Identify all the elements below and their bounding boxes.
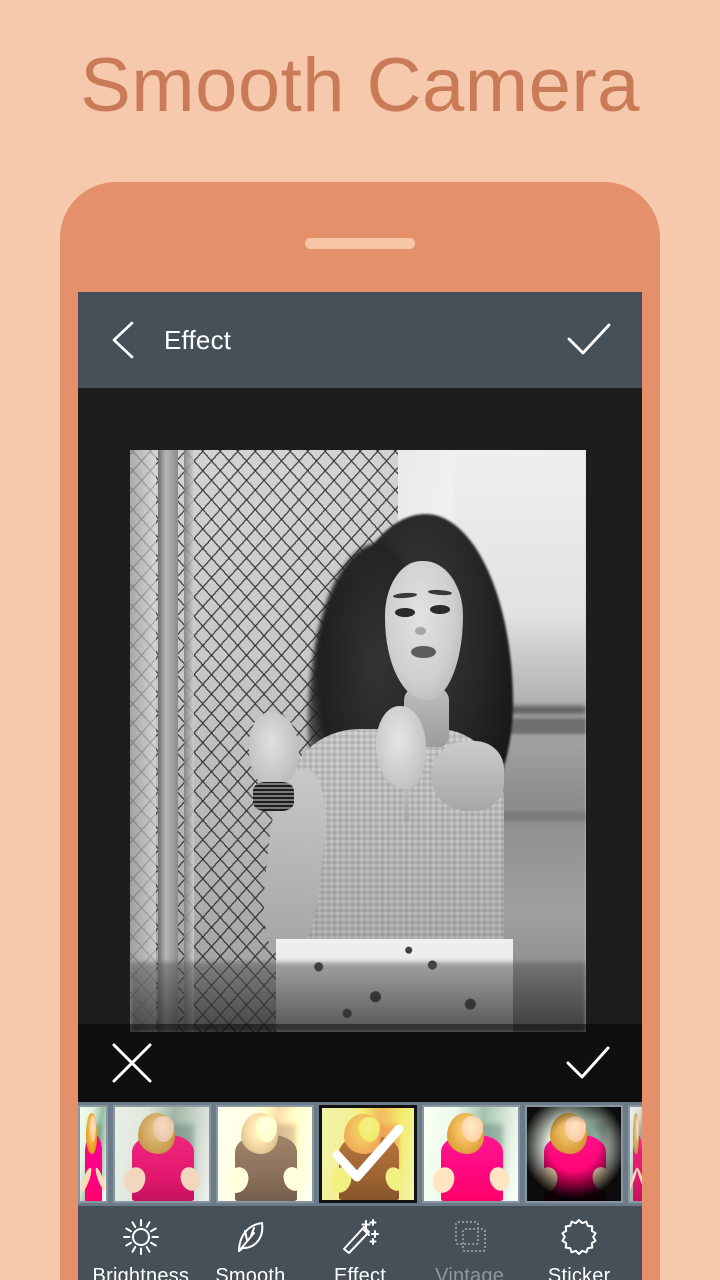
thumb-image xyxy=(115,1107,209,1201)
toolbar-label-vintage: Vintage xyxy=(435,1265,505,1280)
effect-confirm-bar xyxy=(78,1024,642,1102)
phone-speaker xyxy=(305,238,415,249)
done-button[interactable] xyxy=(564,318,614,362)
app-bar-title: Effect xyxy=(164,324,232,355)
subject-hand-right xyxy=(376,706,427,788)
subject-eye-right xyxy=(430,604,451,614)
toolbar-item-effect[interactable]: Effect xyxy=(307,1216,413,1280)
photo-subject xyxy=(130,450,586,1032)
app-bar: Effect xyxy=(78,292,642,388)
thumb-image xyxy=(527,1107,621,1201)
toolbar-label-brightness: Brightness xyxy=(92,1265,190,1280)
thumb-image xyxy=(322,1108,414,1200)
bottom-toolbar: Brightness Smooth Effect Vintage Sticker xyxy=(78,1206,642,1280)
filter-thumb-partial-right[interactable] xyxy=(628,1105,642,1203)
photo-ground-shadow xyxy=(130,962,586,1032)
phone-mockup: Effect Brightness Smooth Effect Vintage … xyxy=(60,182,660,1280)
check-icon xyxy=(566,1046,610,1079)
layered-frames-icon xyxy=(449,1216,491,1258)
close-icon xyxy=(112,1043,152,1083)
filter-thumbnail-strip[interactable] xyxy=(78,1102,642,1206)
chevron-left-icon xyxy=(112,321,134,359)
filter-thumb-4[interactable] xyxy=(422,1105,520,1203)
thumb-image xyxy=(424,1107,518,1201)
sun-icon xyxy=(121,1216,161,1258)
toolbar-item-sticker[interactable]: Sticker xyxy=(526,1216,632,1280)
photo-canvas[interactable] xyxy=(78,388,642,1102)
toolbar-label-sticker: Sticker xyxy=(547,1265,611,1280)
filter-thumb-partial-left[interactable] xyxy=(78,1105,108,1203)
back-button[interactable] xyxy=(106,318,140,362)
subject-shoulder xyxy=(430,741,504,811)
magic-wand-icon xyxy=(339,1216,381,1258)
preview-photo xyxy=(130,450,586,1032)
toolbar-item-brightness[interactable]: Brightness xyxy=(88,1216,194,1280)
toolbar-item-vintage[interactable]: Vintage xyxy=(417,1216,523,1280)
subject-bracelet xyxy=(253,781,295,811)
check-icon xyxy=(567,323,611,355)
filter-thumb-1[interactable] xyxy=(113,1105,211,1203)
thumb-image xyxy=(80,1107,106,1201)
thumb-image xyxy=(630,1107,642,1201)
filter-thumb-2[interactable] xyxy=(216,1105,314,1203)
cancel-effect-button[interactable] xyxy=(104,1035,160,1091)
page-title: Smooth Camera xyxy=(80,43,640,128)
phone-screen: Effect Brightness Smooth Effect Vintage … xyxy=(78,292,642,1280)
filter-thumb-3-selected[interactable] xyxy=(319,1105,417,1203)
filter-thumb-5[interactable] xyxy=(525,1105,623,1203)
thumb-image xyxy=(218,1107,312,1201)
starburst-icon xyxy=(559,1216,599,1258)
toolbar-item-smooth[interactable]: Smooth xyxy=(197,1216,303,1280)
subject-hand-left xyxy=(248,711,299,788)
apply-effect-button[interactable] xyxy=(560,1035,616,1091)
toolbar-label-smooth: Smooth xyxy=(215,1265,286,1280)
leaf-icon xyxy=(230,1216,270,1258)
toolbar-label-effect: Effect xyxy=(333,1265,386,1280)
